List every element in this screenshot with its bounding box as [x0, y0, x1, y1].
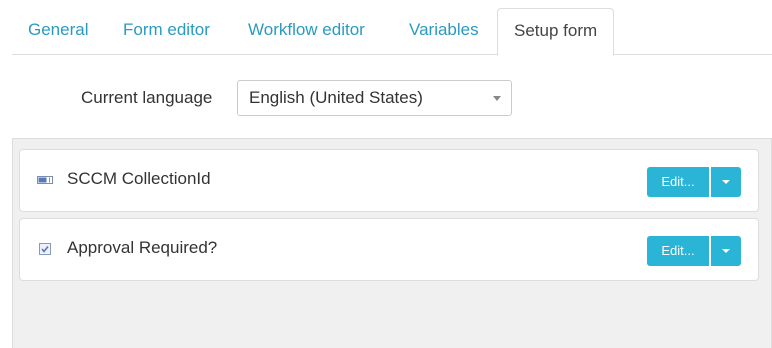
field-name: Approval Required? — [67, 238, 218, 257]
checkbox-icon — [39, 243, 51, 255]
edit-button[interactable]: Edit... — [647, 167, 709, 197]
edit-button-group: Edit... — [647, 167, 741, 197]
tab-variables[interactable]: Variables — [409, 8, 479, 55]
field-card-approval-required: Approval Required? Edit... — [19, 218, 759, 281]
caret-down-icon — [722, 180, 730, 184]
edit-button-group: Edit... — [647, 236, 741, 266]
language-select-value: English (United States) — [249, 88, 423, 107]
textbox-icon — [37, 176, 53, 184]
tab-general[interactable]: General — [28, 8, 88, 55]
caret-down-icon — [493, 96, 501, 101]
tab-workflow-editor[interactable]: Workflow editor — [248, 8, 365, 55]
tab-form-editor[interactable]: Form editor — [123, 8, 210, 55]
caret-down-icon — [722, 249, 730, 253]
current-language-label: Current language — [81, 88, 213, 107]
field-name: SCCM CollectionId — [67, 169, 211, 188]
language-select[interactable]: English (United States) — [237, 80, 512, 116]
tab-bar: General Form editor Workflow editor Vari… — [12, 0, 772, 56]
tab-setup-form[interactable]: Setup form — [497, 8, 615, 56]
edit-dropdown-toggle[interactable] — [711, 236, 741, 266]
edit-dropdown-toggle[interactable] — [711, 167, 741, 197]
edit-button[interactable]: Edit... — [647, 236, 709, 266]
language-row: Current language English (United States) — [0, 80, 772, 116]
field-card-sccm-collectionid: SCCM CollectionId Edit... — [19, 149, 759, 212]
